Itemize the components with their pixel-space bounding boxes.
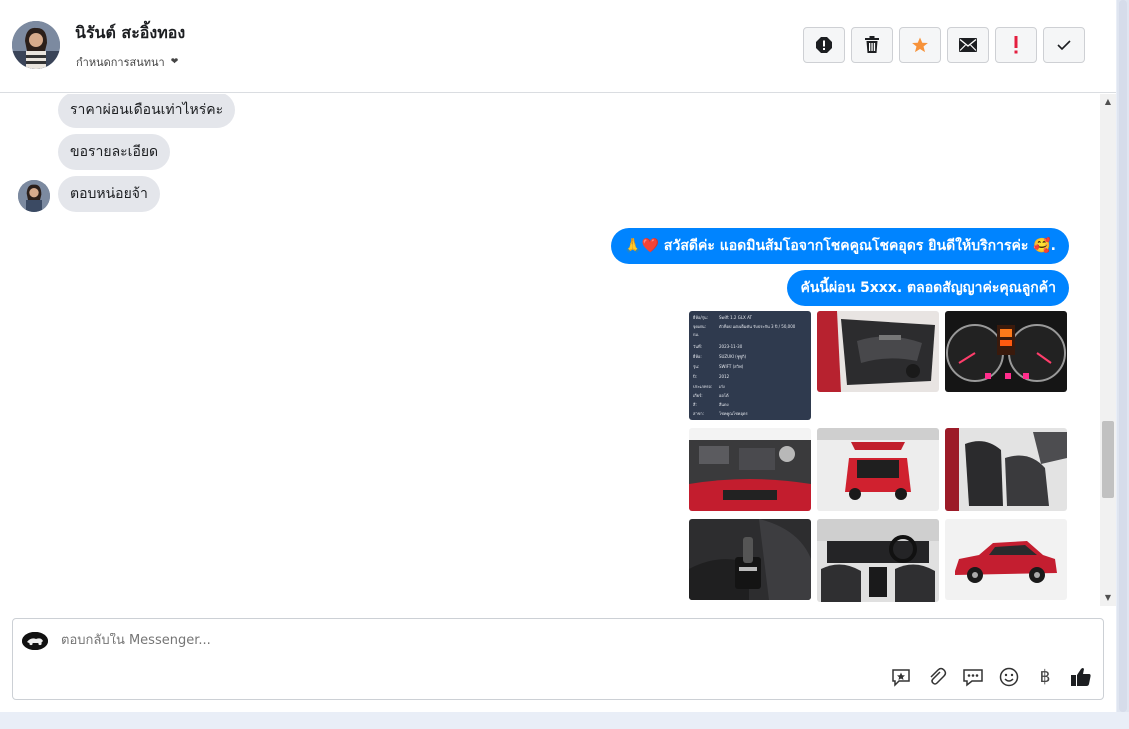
contact-avatar[interactable] bbox=[12, 21, 60, 69]
spec-label: ประเภทรถ: bbox=[693, 384, 712, 389]
done-button[interactable] bbox=[1043, 27, 1085, 63]
outgoing-message[interactable]: คันนี้ผ่อน 5xxx. ตลอดสัญญาค่ะคุณลูกค้า bbox=[787, 270, 1069, 306]
exclamation-icon bbox=[1014, 36, 1018, 54]
check-icon bbox=[1057, 40, 1071, 51]
star-icon bbox=[912, 37, 928, 53]
spec-value: ตัวท็อป แต่งเต็มคัน รับประกัน 3 ปี / 50,… bbox=[719, 323, 796, 329]
door-panel-photo[interactable] bbox=[817, 311, 939, 392]
header-actions bbox=[803, 27, 1085, 63]
spec-label: สี: bbox=[692, 402, 696, 407]
gear-shifter-photo[interactable] bbox=[689, 519, 811, 600]
reply-composer: ฿ bbox=[12, 618, 1104, 700]
contact-name[interactable]: นิรันต์ สะอิ้งทอง bbox=[75, 21, 185, 46]
spec-value: Swift 1.2 GLX AT bbox=[719, 315, 752, 320]
assign-label: กำหนดการสนทนา bbox=[76, 56, 165, 69]
attach-icon[interactable] bbox=[925, 665, 949, 689]
baht-icon[interactable]: ฿ bbox=[1033, 665, 1057, 689]
thread-scrollbar[interactable]: ▲ ▼ bbox=[1100, 94, 1116, 606]
side-view-photo[interactable] bbox=[945, 519, 1067, 600]
assign-conversation-dropdown[interactable]: กำหนดการสนทนา ❤ bbox=[76, 53, 178, 71]
spec-sheet-photo[interactable]: ยี่ห้อ/รุ่น: Swift 1.2 GLX AT จุดเด่น: ต… bbox=[689, 311, 811, 420]
incoming-message[interactable]: ขอรายละเอียด bbox=[58, 134, 171, 170]
spec-value: SWIFT (สวิฟ) bbox=[719, 364, 744, 369]
reply-input[interactable] bbox=[61, 633, 661, 648]
delete-button[interactable] bbox=[851, 27, 893, 63]
page-logo-avatar bbox=[22, 632, 48, 650]
mark-unread-button[interactable] bbox=[947, 27, 989, 63]
front-seats-photo[interactable] bbox=[945, 428, 1067, 511]
scroll-up-icon[interactable]: ▲ bbox=[1100, 94, 1116, 110]
scroll-down-icon[interactable]: ▼ bbox=[1100, 590, 1116, 606]
contact-avatar-small[interactable] bbox=[18, 180, 50, 212]
page-scrollbar[interactable] bbox=[1117, 0, 1129, 712]
conversation-header: นิรันต์ สะอิ้งทอง กำหนดการสนทนา ❤ bbox=[0, 0, 1116, 93]
outgoing-message[interactable]: 🙏❤️ สวัสดีค่ะ แอดมินส้มโอจากโชคคูณโชคอุด… bbox=[611, 228, 1069, 264]
alert-circle-icon bbox=[816, 37, 832, 53]
incoming-message[interactable]: ตอบหน่อยจ้า bbox=[58, 176, 160, 212]
heart-caret-icon: ❤ bbox=[170, 57, 179, 67]
spec-value: ออโต้ bbox=[719, 393, 729, 398]
rear-hatch-photo[interactable] bbox=[817, 428, 939, 511]
spec-label: ยี่ห้อ: bbox=[692, 354, 701, 359]
spec-label: ปี: bbox=[692, 374, 697, 379]
composer-tools: ฿ bbox=[889, 665, 1093, 689]
saved-reply-icon[interactable] bbox=[889, 665, 913, 689]
spam-button[interactable] bbox=[803, 27, 845, 63]
thread-scroll-thumb[interactable] bbox=[1102, 421, 1114, 498]
spec-label: เกียร์: bbox=[693, 393, 703, 398]
messenger-panel: นิรันต์ สะอิ้งทอง กำหนดการสนทนา ❤ ราคาผ่… bbox=[0, 0, 1116, 712]
incoming-message[interactable]: ราคาผ่อนเดือนเท่าไหร่คะ bbox=[58, 94, 236, 128]
thumbs-up-icon[interactable] bbox=[1069, 665, 1093, 689]
emoji-icon[interactable] bbox=[997, 665, 1021, 689]
interior-cabin-photo[interactable] bbox=[817, 519, 939, 602]
chat-bubble-icon[interactable] bbox=[961, 665, 985, 689]
spec-value: กม. bbox=[693, 332, 699, 337]
trash-icon bbox=[865, 36, 879, 53]
spec-label: วันที่: bbox=[693, 344, 702, 349]
spec-value: 2023-11-30 bbox=[719, 344, 743, 349]
page-scroll-thumb[interactable] bbox=[1119, 0, 1127, 712]
spec-value: สีแดง bbox=[718, 402, 728, 407]
priority-button[interactable] bbox=[995, 27, 1037, 63]
envelope-icon bbox=[959, 38, 977, 52]
message-thread[interactable]: ราคาผ่อนเดือนเท่าไหร่คะ ขอรายละเอียด ตอบ… bbox=[0, 94, 1100, 606]
spec-value: เก๋ง bbox=[719, 384, 725, 389]
dashboard-gauge-photo[interactable] bbox=[945, 311, 1067, 392]
star-button[interactable] bbox=[899, 27, 941, 63]
spec-label: สาขา: bbox=[693, 411, 704, 416]
engine-bay-photo[interactable] bbox=[689, 428, 811, 511]
spec-value: 2012 bbox=[719, 374, 730, 379]
